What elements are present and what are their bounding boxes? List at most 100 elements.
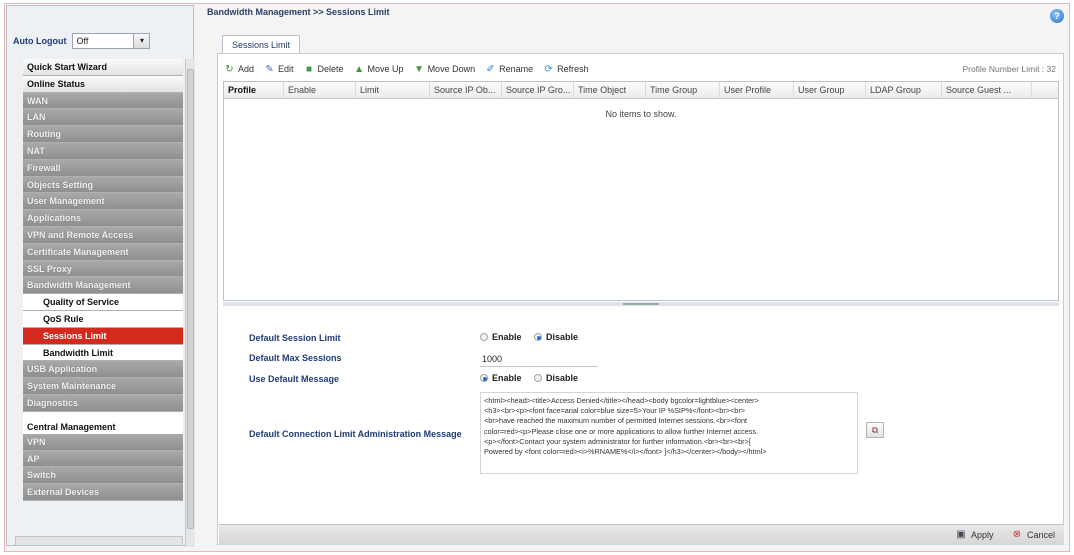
column-header-profile[interactable]: Profile xyxy=(224,82,284,99)
sidebar-menu: Quick Start Wizard Online Status WAN LAN Rou… xyxy=(23,59,183,501)
radio-icon xyxy=(480,374,488,382)
radio-icon xyxy=(534,333,543,341)
move-up-label: Move Up xyxy=(367,64,404,74)
sidebar-item-ssl-proxy[interactable]: SSL Proxy xyxy=(23,260,183,278)
column-header-source-guest[interactable]: Source Guest ... xyxy=(942,82,1032,99)
toolbar: ↻ Add ✎ Edit ■ Delete ▲ Move Up ▼ Move Down ✐… xyxy=(224,60,1058,78)
default-max-sessions-label: Default Max Sessions xyxy=(249,353,342,363)
refresh-button[interactable]: ⟳ Refresh xyxy=(543,63,589,75)
column-header-source-ip-gro[interactable]: Source IP Gro... xyxy=(502,82,574,99)
sidebar-item-diagnostics[interactable]: Diagnostics xyxy=(23,394,183,412)
sidebar-item-quick-start-wizard[interactable]: Quick Start Wizard xyxy=(23,59,183,76)
cancel-button[interactable]: ⊗ Cancel xyxy=(1011,529,1055,541)
sidebar-item-user-management[interactable]: User Management xyxy=(23,193,183,211)
delete-icon: ■ xyxy=(306,63,313,75)
move-up-button[interactable]: ▲ Move Up xyxy=(354,63,404,75)
help-icon[interactable]: ? xyxy=(1050,9,1064,23)
sidebar-item-vpn-and-remote-access[interactable]: VPN and Remote Access xyxy=(23,226,183,244)
sidebar-item-firewall[interactable]: Firewall xyxy=(23,159,183,177)
sidebar-item-ap[interactable]: AP xyxy=(23,450,183,468)
sidebar-horizontal-scrollbar[interactable] xyxy=(15,536,183,546)
sidebar-item-bandwidth-limit[interactable]: Bandwidth Limit xyxy=(23,344,183,362)
sidebar-item-vpn[interactable]: VPN xyxy=(23,433,183,451)
footer-bar: ▣ Apply ⊗ Cancel xyxy=(219,524,1064,545)
apply-label: Apply xyxy=(971,530,994,540)
table-resize-handle[interactable] xyxy=(223,302,1059,306)
sidebar-item-wan[interactable]: WAN xyxy=(23,92,183,110)
default-session-limit-enable[interactable]: Enable xyxy=(480,332,522,342)
use-default-message-disable[interactable]: Disable xyxy=(534,373,578,383)
sidebar-item-certificate-management[interactable]: Certificate Management xyxy=(23,243,183,261)
rename-label: Rename xyxy=(499,64,534,74)
sidebar-item-nat[interactable]: NAT xyxy=(23,142,183,160)
sidebar-item-objects-setting[interactable]: Objects Setting xyxy=(23,176,183,194)
admin-message-label: Default Connection Limit Administration … xyxy=(249,429,462,439)
save-icon: ▣ xyxy=(956,529,966,540)
sidebar-item-applications[interactable]: Applications xyxy=(23,210,183,227)
radio-label: Disable xyxy=(546,332,579,342)
sidebar-item-external-devices[interactable]: External Devices xyxy=(23,484,183,501)
default-session-limit-label: Default Session Limit xyxy=(249,333,341,343)
use-default-message-enable[interactable]: Enable xyxy=(480,373,522,383)
use-default-message-radios: Enable Disable xyxy=(480,373,588,384)
add-icon: ↻ xyxy=(225,63,234,75)
table-header: Profile Enable Limit Source IP Ob... Source … xyxy=(224,82,1058,99)
radio-label: Enable xyxy=(492,332,522,342)
sidebar-item-routing[interactable]: Routing xyxy=(23,126,183,143)
edit-label: Edit xyxy=(278,64,294,74)
edit-icon: ✎ xyxy=(265,63,274,75)
column-header-user-group[interactable]: User Group xyxy=(794,82,866,99)
sidebar-item-sessions-limit[interactable]: Sessions Limit xyxy=(23,327,183,345)
radio-icon xyxy=(534,374,543,382)
rename-icon: ✐ xyxy=(486,63,495,75)
apply-button[interactable]: ▣ Apply xyxy=(955,529,994,541)
delete-label: Delete xyxy=(317,64,344,74)
default-max-sessions-input[interactable]: 1000 xyxy=(480,352,598,367)
sessions-limit-panel: ↻ Add ✎ Edit ■ Delete ▲ Move Up ▼ Move Down ✐… xyxy=(217,53,1064,545)
scrollbar-thumb[interactable] xyxy=(187,69,194,529)
column-header-ldap-group[interactable]: LDAP Group xyxy=(866,82,942,99)
sidebar-item-switch[interactable]: Switch xyxy=(23,467,183,485)
auto-logout-select[interactable]: Off ▾ xyxy=(72,33,151,49)
sidebar-item-bandwidth-management[interactable]: Bandwidth Management xyxy=(23,277,183,295)
move-down-icon: ▼ xyxy=(414,63,425,75)
sidebar-item-online-status[interactable]: Online Status xyxy=(23,75,183,93)
add-label: Add xyxy=(238,64,255,74)
column-header-time-group[interactable]: Time Group xyxy=(646,82,720,99)
copy-default-icon[interactable]: ⧉ xyxy=(866,422,884,438)
sidebar-item-usb-application[interactable]: USB Application xyxy=(23,361,183,379)
delete-button[interactable]: ■ Delete xyxy=(304,64,344,75)
radio-label: Disable xyxy=(546,373,579,383)
column-header-limit[interactable]: Limit xyxy=(356,82,430,99)
sidebar-item-qos-rule[interactable]: QoS Rule xyxy=(23,310,183,328)
default-session-limit-radios: Enable Disable xyxy=(480,332,588,343)
default-session-limit-disable[interactable]: Disable xyxy=(534,332,578,342)
move-up-icon: ▲ xyxy=(354,63,364,75)
sidebar: Auto Logout Off ▾ Quick Start Wizard Onli… xyxy=(6,5,195,547)
radio-icon xyxy=(480,333,488,341)
empty-message: No items to show. xyxy=(605,109,677,119)
sidebar-item-quality-of-service[interactable]: Quality of Service xyxy=(23,294,183,311)
admin-message-textarea[interactable]: <html><head><title>Access Denied</title>… xyxy=(480,392,858,474)
add-button[interactable]: ↻ Add xyxy=(224,64,254,75)
rename-button[interactable]: ✐ Rename xyxy=(485,64,533,75)
message-line: color=red><p>Please close one or more ap… xyxy=(484,426,759,436)
edit-button[interactable]: ✎ Edit xyxy=(264,63,294,75)
chevron-down-icon[interactable]: ▾ xyxy=(133,34,150,48)
move-down-label: Move Down xyxy=(427,64,476,74)
tab-sessions-limit[interactable]: Sessions Limit xyxy=(222,35,300,54)
sidebar-item-system-maintenance[interactable]: System Maintenance xyxy=(23,378,183,395)
message-line: <p></font>Contact your system administra… xyxy=(484,436,751,446)
move-down-button[interactable]: ▼ Move Down xyxy=(414,63,476,75)
sidebar-scrollbar[interactable] xyxy=(185,59,195,547)
sidebar-item-central-management: Central Management xyxy=(23,411,183,434)
column-header-time-object[interactable]: Time Object xyxy=(574,82,646,99)
column-header-user-profile[interactable]: User Profile xyxy=(720,82,794,99)
refresh-label: Refresh xyxy=(557,64,589,74)
sidebar-item-lan[interactable]: LAN xyxy=(23,109,183,127)
message-line: <h3><br><p><font face=arial color=blue s… xyxy=(484,406,746,416)
column-header-enable[interactable]: Enable xyxy=(284,82,356,99)
refresh-icon: ⟳ xyxy=(544,63,553,75)
column-header-source-ip-ob[interactable]: Source IP Ob... xyxy=(430,82,502,99)
message-line: <html><head><title>Access Denied</title>… xyxy=(484,396,759,405)
